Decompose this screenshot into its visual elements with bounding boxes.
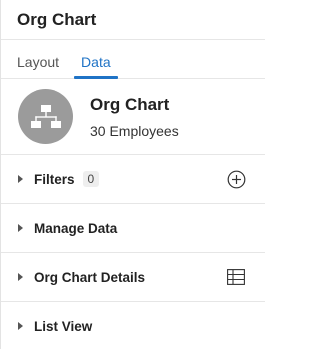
data-panel: Org Chart Layout Data Org Chart 30 Emplo… (0, 0, 265, 349)
section-filters[interactable]: Filters 0 (1, 155, 265, 204)
filters-count-badge: 0 (82, 171, 100, 187)
section-details-label: Org Chart Details (34, 269, 146, 285)
summary-title: Org Chart (90, 94, 170, 114)
tab-data[interactable]: Data (74, 39, 118, 79)
tab-bar: Layout Data (1, 40, 265, 79)
section-manage-data[interactable]: Manage Data (1, 204, 265, 253)
caret-right-icon (18, 175, 23, 183)
panel-title: Org Chart (17, 9, 97, 29)
section-org-chart-details[interactable]: Org Chart Details (1, 253, 265, 302)
section-manage-data-label: Manage Data (34, 220, 118, 236)
panel-header: Org Chart (1, 0, 265, 40)
section-filters-label: Filters (34, 171, 75, 187)
tab-layout[interactable]: Layout (17, 39, 59, 78)
section-list-view-label: List View (34, 318, 93, 334)
caret-right-icon (18, 322, 23, 330)
caret-right-icon (18, 273, 23, 281)
caret-right-icon (18, 224, 23, 232)
plus-circle-icon[interactable] (225, 168, 247, 190)
table-icon[interactable] (225, 266, 247, 288)
employee-count: 30 Employees (90, 122, 179, 139)
org-chart-icon (18, 89, 73, 144)
chart-summary: Org Chart 30 Employees (1, 79, 265, 155)
section-list-view[interactable]: List View (1, 302, 265, 349)
